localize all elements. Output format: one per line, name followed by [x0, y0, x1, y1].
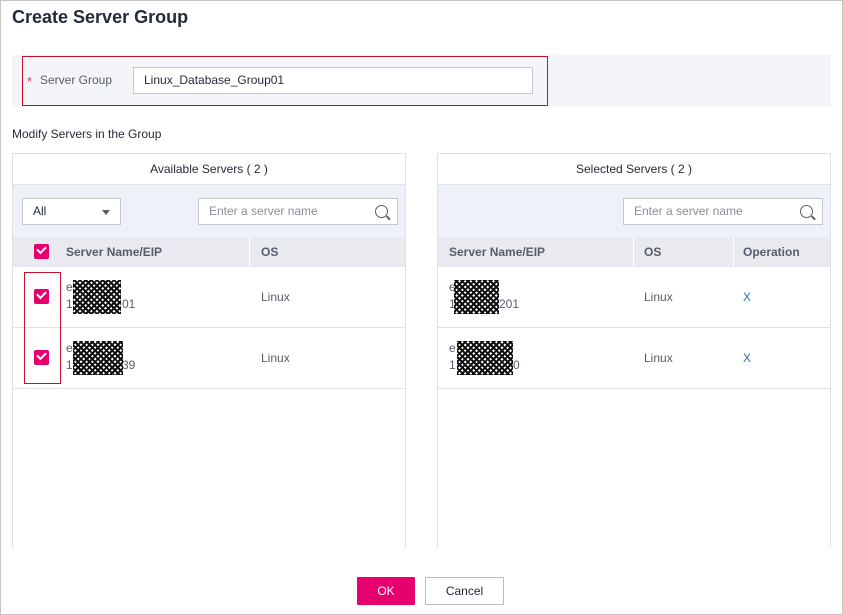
- column-operation: Operation: [743, 245, 800, 259]
- selected-toolbar: Enter a server name: [438, 185, 830, 237]
- available-servers-title: Available Servers ( 2 ): [13, 154, 405, 185]
- server-name-text: e: [66, 341, 73, 355]
- remove-server-button[interactable]: X: [743, 290, 751, 304]
- available-toolbar: All Enter a server name: [13, 185, 405, 237]
- column-server-name: Server Name/EIP: [66, 245, 163, 259]
- search-icon[interactable]: [800, 205, 813, 218]
- server-eip-suffix: 01: [122, 297, 136, 311]
- redacted-mosaic: [73, 341, 123, 375]
- checkbox-highlight-box: [24, 272, 61, 384]
- redacted-mosaic: [454, 280, 499, 314]
- cancel-button[interactable]: Cancel: [425, 577, 504, 605]
- available-search-input[interactable]: Enter a server name: [198, 198, 398, 225]
- redacted-mosaic: [457, 341, 513, 375]
- chevron-down-icon: [102, 210, 110, 215]
- column-server-name: Server Name/EIP: [449, 245, 546, 259]
- os-cell: Linux: [644, 351, 673, 365]
- select-all-checkbox[interactable]: [34, 244, 49, 259]
- dialog-title: Create Server Group: [12, 7, 189, 27]
- selected-table-header: Server Name/EIP OS Operation: [438, 237, 830, 267]
- required-asterisk: *: [27, 74, 33, 89]
- selected-servers-title: Selected Servers ( 2 ): [438, 154, 830, 185]
- server-name-text: e: [449, 341, 456, 355]
- server-name-cell: e 1 0: [449, 341, 569, 375]
- available-table-header: Server Name/EIP OS: [13, 237, 405, 267]
- redacted-mosaic: [73, 280, 121, 314]
- os-cell: Linux: [261, 351, 290, 365]
- column-os: OS: [644, 245, 662, 259]
- server-name-text: e: [66, 280, 73, 294]
- server-name-cell: e 1 01: [66, 280, 186, 314]
- selected-search-input[interactable]: Enter a server name: [623, 198, 823, 225]
- table-row[interactable]: e 1 39 Linux: [13, 328, 405, 389]
- server-eip-prefix: 1: [66, 358, 73, 372]
- table-row: e 1 0 Linux X: [438, 328, 830, 389]
- ok-button[interactable]: OK: [357, 577, 415, 605]
- server-group-input[interactable]: Linux_Database_Group01: [133, 67, 533, 94]
- filter-select[interactable]: All: [22, 198, 121, 225]
- column-divider: [633, 237, 634, 267]
- server-eip-suffix: 0: [513, 358, 520, 372]
- server-name-cell: e 1 201: [449, 280, 569, 314]
- table-row: e 1 201 Linux X: [438, 267, 830, 328]
- server-eip-suffix: 39: [122, 358, 136, 372]
- available-search-placeholder: Enter a server name: [209, 204, 318, 218]
- os-cell: Linux: [644, 290, 673, 304]
- filter-select-value: All: [33, 204, 47, 218]
- selected-search-placeholder: Enter a server name: [634, 204, 743, 218]
- remove-server-button[interactable]: X: [743, 351, 751, 365]
- server-group-label: Server Group: [40, 73, 113, 87]
- column-os: OS: [261, 245, 279, 259]
- os-cell: Linux: [261, 290, 290, 304]
- column-divider: [249, 237, 250, 267]
- server-eip-suffix: 201: [499, 297, 520, 311]
- server-eip-prefix: 1: [66, 297, 73, 311]
- table-row[interactable]: e 1 01 Linux: [13, 267, 405, 328]
- available-servers-panel: Available Servers ( 2 ) All Enter a serv…: [12, 153, 406, 548]
- search-icon[interactable]: [375, 205, 388, 218]
- server-eip-prefix: 1: [449, 358, 456, 372]
- selected-servers-panel: Selected Servers ( 2 ) Enter a server na…: [437, 153, 831, 548]
- column-divider: [733, 237, 734, 267]
- modify-servers-label: Modify Servers in the Group: [12, 127, 162, 141]
- server-name-cell: e 1 39: [66, 341, 186, 375]
